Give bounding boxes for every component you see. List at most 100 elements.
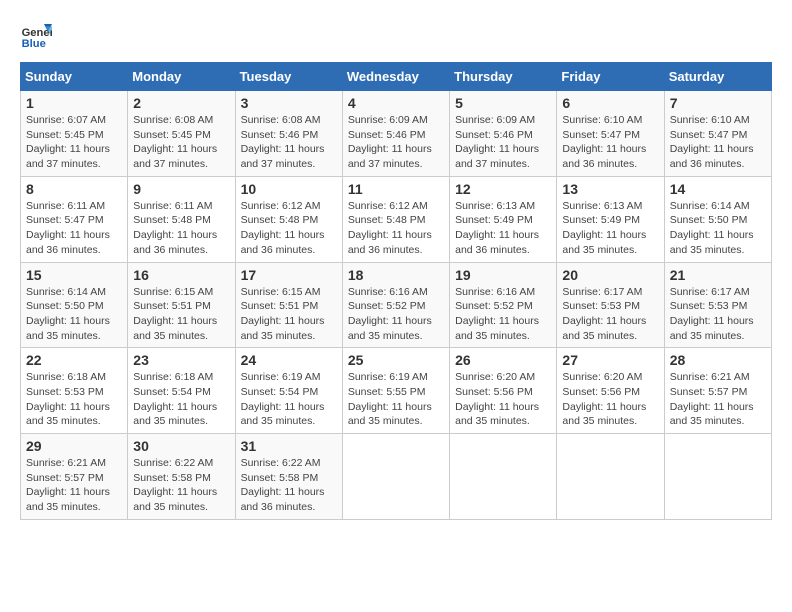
day-number: 12 xyxy=(455,181,551,197)
day-detail: Sunrise: 6:22 AMSunset: 5:58 PMDaylight:… xyxy=(133,456,229,515)
day-number: 16 xyxy=(133,267,229,283)
day-number: 5 xyxy=(455,95,551,111)
day-detail: Sunrise: 6:15 AMSunset: 5:51 PMDaylight:… xyxy=(241,285,337,344)
day-detail: Sunrise: 6:15 AMSunset: 5:51 PMDaylight:… xyxy=(133,285,229,344)
day-cell xyxy=(342,434,449,520)
column-header-saturday: Saturday xyxy=(664,63,771,91)
day-cell: 19Sunrise: 6:16 AMSunset: 5:52 PMDayligh… xyxy=(450,262,557,348)
column-header-tuesday: Tuesday xyxy=(235,63,342,91)
day-cell: 13 Sunrise: 6:13 AMSunset: 5:49 PMDayligh… xyxy=(557,176,664,262)
day-number: 3 xyxy=(241,95,337,111)
day-detail: Sunrise: 6:07 AMSunset: 5:45 PMDaylight:… xyxy=(26,113,122,172)
day-number: 1 xyxy=(26,95,122,111)
logo-icon: General Blue xyxy=(20,20,52,52)
header-row: SundayMondayTuesdayWednesdayThursdayFrid… xyxy=(21,63,772,91)
day-detail: Sunrise: 6:20 AMSunset: 5:56 PMDaylight:… xyxy=(455,370,551,429)
day-number: 11 xyxy=(348,181,444,197)
day-number: 31 xyxy=(241,438,337,454)
day-number: 15 xyxy=(26,267,122,283)
day-cell: 4Sunrise: 6:09 AMSunset: 5:46 PMDaylight… xyxy=(342,91,449,177)
day-number: 24 xyxy=(241,352,337,368)
day-cell: 7 Sunrise: 6:10 AMSunset: 5:47 PMDaylight… xyxy=(664,91,771,177)
logo: General Blue xyxy=(20,20,52,52)
day-detail: Sunrise: 6:10 AMSunset: 5:47 PMDaylight:… xyxy=(562,113,658,172)
week-row-4: 22Sunrise: 6:18 AMSunset: 5:53 PMDayligh… xyxy=(21,348,772,434)
week-row-3: 15 Sunrise: 6:14 AMSunset: 5:50 PMDayligh… xyxy=(21,262,772,348)
day-number: 22 xyxy=(26,352,122,368)
day-cell: 2 Sunrise: 6:08 AMSunset: 5:45 PMDaylight… xyxy=(128,91,235,177)
day-detail: Sunrise: 6:11 AMSunset: 5:47 PMDaylight:… xyxy=(26,199,122,258)
day-number: 6 xyxy=(562,95,658,111)
day-detail: Sunrise: 6:16 AMSunset: 5:52 PMDaylight:… xyxy=(455,285,551,344)
day-detail: Sunrise: 6:11 AMSunset: 5:48 PMDaylight:… xyxy=(133,199,229,258)
day-cell: 16 Sunrise: 6:15 AMSunset: 5:51 PMDayligh… xyxy=(128,262,235,348)
day-number: 7 xyxy=(670,95,766,111)
day-detail: Sunrise: 6:22 AMSunset: 5:58 PMDaylight:… xyxy=(241,456,337,515)
day-number: 23 xyxy=(133,352,229,368)
day-cell: 25 Sunrise: 6:19 AMSunset: 5:55 PMDayligh… xyxy=(342,348,449,434)
day-cell: 14 Sunrise: 6:14 AMSunset: 5:50 PMDayligh… xyxy=(664,176,771,262)
day-detail: Sunrise: 6:19 AMSunset: 5:55 PMDaylight:… xyxy=(348,370,444,429)
svg-text:Blue: Blue xyxy=(22,38,46,50)
day-number: 27 xyxy=(562,352,658,368)
day-detail: Sunrise: 6:13 AMSunset: 5:49 PMDaylight:… xyxy=(562,199,658,258)
day-number: 28 xyxy=(670,352,766,368)
day-detail: Sunrise: 6:17 AMSunset: 5:53 PMDaylight:… xyxy=(670,285,766,344)
day-detail: Sunrise: 6:09 AMSunset: 5:46 PMDaylight:… xyxy=(455,113,551,172)
column-header-thursday: Thursday xyxy=(450,63,557,91)
calendar-header: SundayMondayTuesdayWednesdayThursdayFrid… xyxy=(21,63,772,91)
day-cell: 9 Sunrise: 6:11 AMSunset: 5:48 PMDaylight… xyxy=(128,176,235,262)
day-number: 14 xyxy=(670,181,766,197)
day-cell: 12 Sunrise: 6:13 AMSunset: 5:49 PMDayligh… xyxy=(450,176,557,262)
day-detail: Sunrise: 6:10 AMSunset: 5:47 PMDaylight:… xyxy=(670,113,766,172)
day-number: 25 xyxy=(348,352,444,368)
day-number: 20 xyxy=(562,267,658,283)
week-row-2: 8 Sunrise: 6:11 AMSunset: 5:47 PMDaylight… xyxy=(21,176,772,262)
page-header: General Blue xyxy=(20,20,772,52)
day-cell: 10Sunrise: 6:12 AMSunset: 5:48 PMDayligh… xyxy=(235,176,342,262)
day-number: 18 xyxy=(348,267,444,283)
day-detail: Sunrise: 6:21 AMSunset: 5:57 PMDaylight:… xyxy=(670,370,766,429)
day-cell: 30 Sunrise: 6:22 AMSunset: 5:58 PMDayligh… xyxy=(128,434,235,520)
day-detail: Sunrise: 6:08 AMSunset: 5:45 PMDaylight:… xyxy=(133,113,229,172)
day-cell: 23 Sunrise: 6:18 AMSunset: 5:54 PMDayligh… xyxy=(128,348,235,434)
day-cell: 3 Sunrise: 6:08 AMSunset: 5:46 PMDaylight… xyxy=(235,91,342,177)
day-cell: 6 Sunrise: 6:10 AMSunset: 5:47 PMDaylight… xyxy=(557,91,664,177)
day-number: 4 xyxy=(348,95,444,111)
day-detail: Sunrise: 6:21 AMSunset: 5:57 PMDaylight:… xyxy=(26,456,122,515)
day-cell: 5 Sunrise: 6:09 AMSunset: 5:46 PMDaylight… xyxy=(450,91,557,177)
day-cell: 26 Sunrise: 6:20 AMSunset: 5:56 PMDayligh… xyxy=(450,348,557,434)
day-cell: 24Sunrise: 6:19 AMSunset: 5:54 PMDayligh… xyxy=(235,348,342,434)
day-cell: 28 Sunrise: 6:21 AMSunset: 5:57 PMDayligh… xyxy=(664,348,771,434)
day-detail: Sunrise: 6:18 AMSunset: 5:54 PMDaylight:… xyxy=(133,370,229,429)
day-number: 8 xyxy=(26,181,122,197)
day-detail: Sunrise: 6:17 AMSunset: 5:53 PMDaylight:… xyxy=(562,285,658,344)
day-cell: 18 Sunrise: 6:16 AMSunset: 5:52 PMDayligh… xyxy=(342,262,449,348)
column-header-sunday: Sunday xyxy=(21,63,128,91)
day-cell: 22Sunrise: 6:18 AMSunset: 5:53 PMDayligh… xyxy=(21,348,128,434)
day-number: 30 xyxy=(133,438,229,454)
day-number: 21 xyxy=(670,267,766,283)
day-number: 9 xyxy=(133,181,229,197)
day-cell: 15 Sunrise: 6:14 AMSunset: 5:50 PMDayligh… xyxy=(21,262,128,348)
day-number: 13 xyxy=(562,181,658,197)
day-number: 26 xyxy=(455,352,551,368)
day-detail: Sunrise: 6:20 AMSunset: 5:56 PMDaylight:… xyxy=(562,370,658,429)
day-number: 29 xyxy=(26,438,122,454)
calendar-table: SundayMondayTuesdayWednesdayThursdayFrid… xyxy=(20,62,772,520)
day-cell xyxy=(557,434,664,520)
day-cell: 11Sunrise: 6:12 AMSunset: 5:48 PMDayligh… xyxy=(342,176,449,262)
day-detail: Sunrise: 6:14 AMSunset: 5:50 PMDaylight:… xyxy=(26,285,122,344)
day-number: 17 xyxy=(241,267,337,283)
day-detail: Sunrise: 6:13 AMSunset: 5:49 PMDaylight:… xyxy=(455,199,551,258)
day-cell: 27 Sunrise: 6:20 AMSunset: 5:56 PMDayligh… xyxy=(557,348,664,434)
day-cell: 8 Sunrise: 6:11 AMSunset: 5:47 PMDaylight… xyxy=(21,176,128,262)
day-detail: Sunrise: 6:14 AMSunset: 5:50 PMDaylight:… xyxy=(670,199,766,258)
day-detail: Sunrise: 6:12 AMSunset: 5:48 PMDaylight:… xyxy=(241,199,337,258)
day-detail: Sunrise: 6:08 AMSunset: 5:46 PMDaylight:… xyxy=(241,113,337,172)
column-header-friday: Friday xyxy=(557,63,664,91)
day-detail: Sunrise: 6:16 AMSunset: 5:52 PMDaylight:… xyxy=(348,285,444,344)
week-row-5: 29 Sunrise: 6:21 AMSunset: 5:57 PMDayligh… xyxy=(21,434,772,520)
day-cell xyxy=(450,434,557,520)
day-number: 2 xyxy=(133,95,229,111)
